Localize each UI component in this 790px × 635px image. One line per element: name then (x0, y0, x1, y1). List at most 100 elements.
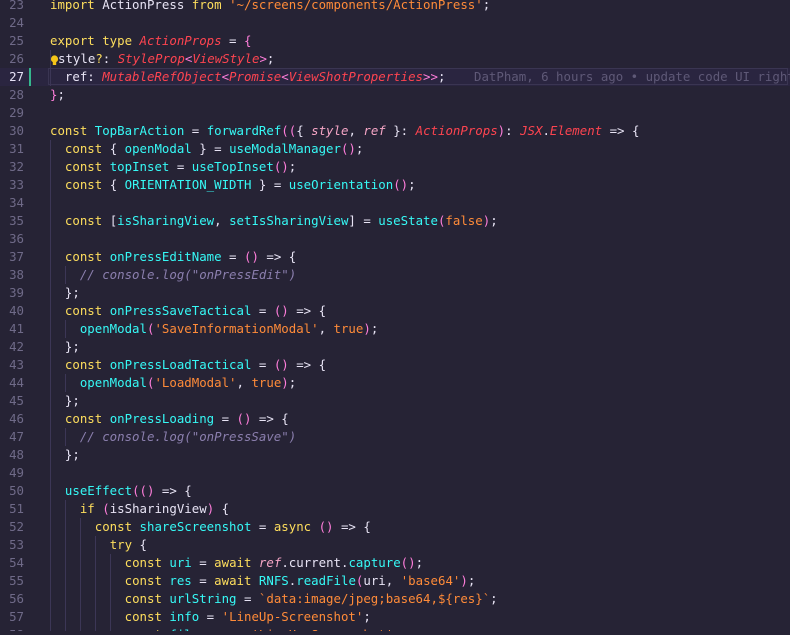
code-line[interactable]: 51 if (isSharingView) { (0, 500, 790, 518)
code-text[interactable]: const res = await RNFS.readFile(uri, 'ba… (50, 572, 476, 590)
code-line[interactable]: 53 try { (0, 536, 790, 554)
code-text[interactable]: const { openModal } = useModalManager(); (50, 140, 363, 158)
code-text[interactable]: const TopBarAction = forwardRef(({ style… (50, 122, 639, 140)
code-line[interactable]: 38 // console.log("onPressEdit") (0, 266, 790, 284)
code-line[interactable]: 55 const res = await RNFS.readFile(uri, … (0, 572, 790, 590)
code-line[interactable]: 36 (0, 230, 790, 248)
code-text[interactable]: if (isSharingView) { (50, 500, 229, 518)
code-token: ; (288, 159, 297, 174)
code-line[interactable]: 58 const filename = 'LineUp-Screenshot'; (0, 626, 790, 631)
git-change-marker (29, 608, 31, 626)
code-line[interactable]: 32 const topInset = useTopInset(); (0, 158, 790, 176)
code-token: >> (423, 69, 438, 84)
code-text[interactable]: // console.log("onPressEdit") (50, 266, 296, 284)
line-number: 58 (0, 626, 24, 631)
code-line[interactable]: 49 (0, 464, 790, 482)
code-line[interactable]: 47 // console.log("onPressSave") (0, 428, 790, 446)
code-text[interactable]: const onPressSaveTactical = () => { (50, 302, 326, 320)
code-line[interactable]: 30 const TopBarAction = forwardRef(({ sty… (0, 122, 790, 140)
code-text[interactable]: }; (50, 86, 65, 104)
git-change-marker (29, 212, 31, 230)
code-token: ) (460, 573, 468, 588)
code-text[interactable]: }; (50, 446, 80, 464)
code-text[interactable]: const uri = await ref.current.capture(); (50, 554, 423, 572)
code-token: ) (363, 321, 371, 336)
code-text[interactable]: const onPressLoading = () => { (50, 410, 289, 428)
code-line[interactable]: 33 const { ORIENTATION_WIDTH } = useOrie… (0, 176, 790, 194)
code-text[interactable]: openModal('LoadModal', true); (50, 374, 296, 392)
code-text[interactable]: }; (50, 392, 80, 410)
code-line[interactable]: 35 const [isSharingView, setIsSharingVie… (0, 212, 790, 230)
code-text[interactable]: // console.log("onPressSave") (50, 428, 296, 446)
code-token: () (400, 555, 416, 570)
line-number: 53 (9, 537, 24, 552)
code-text[interactable]: openModal('SaveInformationModal', true); (50, 320, 378, 338)
code-text[interactable]: const { ORIENTATION_WIDTH } = useOrienta… (50, 176, 416, 194)
code-line[interactable]: 52 const shareScreenshot = async () => { (0, 518, 790, 536)
code-line[interactable]: 46 const onPressLoading = () => { (0, 410, 790, 428)
code-token: , (318, 321, 334, 336)
code-line[interactable]: 42 }; (0, 338, 790, 356)
code-text[interactable]: const onPressEditName = () => { (50, 248, 296, 266)
code-text[interactable]: const urlString = `data:image/jpeg;base6… (50, 590, 498, 608)
code-line[interactable]: 57 const info = 'LineUp-Screenshot'; (0, 608, 790, 626)
code-line[interactable]: 26 style?: StyleProp<ViewStyle>; (0, 50, 790, 68)
code-token: topInset (109, 159, 170, 174)
line-number: 40 (9, 303, 24, 318)
code-line[interactable]: 24 (0, 14, 790, 32)
code-line[interactable]: 34 (0, 194, 790, 212)
code-text[interactable]: }; (50, 338, 80, 356)
code-line[interactable]: 44 openModal('LoadModal', true); (0, 374, 790, 392)
code-text[interactable]: import ActionPress from '~/screens/compo… (50, 0, 490, 14)
code-token: < (221, 69, 230, 84)
code-token: uri (169, 555, 192, 570)
code-text[interactable]: }; (50, 284, 80, 302)
git-change-marker (29, 464, 31, 482)
code-text[interactable]: export type ActionProps = { (50, 32, 251, 50)
code-text[interactable]: const onPressLoadTactical = () => { (50, 356, 326, 374)
code-text[interactable]: const [isSharingView, setIsSharingView] … (50, 212, 498, 230)
code-line[interactable]: 25 export type ActionProps = { (0, 32, 790, 50)
code-line[interactable]: 43 const onPressLoadTactical = () => { (0, 356, 790, 374)
code-token: ; (482, 0, 491, 12)
lightbulb-icon[interactable] (50, 53, 59, 65)
git-change-marker (29, 338, 31, 356)
code-token: (( (281, 123, 297, 138)
code-text[interactable]: useEffect(() => { (50, 482, 192, 500)
git-change-marker (29, 0, 31, 14)
code-line[interactable]: 41 openModal('SaveInformationModal', tru… (0, 320, 790, 338)
git-change-marker (29, 320, 31, 338)
code-line[interactable]: 45 }; (0, 392, 790, 410)
code-token: const (64, 249, 110, 264)
code-token: JSX (520, 123, 543, 138)
line-number: 48 (9, 447, 24, 462)
code-line[interactable]: 28}; (0, 86, 790, 104)
line-number: 27 (9, 69, 24, 84)
code-line[interactable]: 40 const onPressSaveTactical = () => { (0, 302, 790, 320)
code-line[interactable]: 50 useEffect(() => { (0, 482, 790, 500)
code-line[interactable]: 39 }; (0, 284, 790, 302)
code-line[interactable]: 54 const uri = await ref.current.capture… (0, 554, 790, 572)
code-line[interactable]: 29 (0, 104, 790, 122)
code-token: ; (288, 375, 297, 390)
code-token: . (542, 123, 550, 138)
code-line[interactable]: 31 const { openModal } = useModalManager… (0, 140, 790, 158)
code-line[interactable]: 27 ref: MutableRefObject<Promise<ViewSho… (0, 68, 790, 86)
code-token: { (214, 501, 230, 516)
code-token: = (251, 303, 274, 318)
code-token: => { (258, 249, 297, 264)
code-text[interactable]: const info = 'LineUp-Screenshot'; (50, 608, 371, 626)
code-editor[interactable]: 23 import ActionPress from '~/screens/com… (0, 0, 790, 631)
code-text[interactable]: const topInset = useTopInset(); (50, 158, 296, 176)
code-text[interactable]: try { (50, 536, 147, 554)
code-text[interactable]: style?: StyleProp<ViewStyle>; (58, 50, 274, 68)
code-text[interactable]: const filename = 'LineUp-Screenshot'; (50, 626, 401, 631)
code-line[interactable]: 37 const onPressEditName = () => { (0, 248, 790, 266)
code-text[interactable]: const shareScreenshot = async () => { (50, 518, 371, 536)
code-line[interactable]: 48 }; (0, 446, 790, 464)
code-line[interactable]: 56 const urlString = `data:image/jpeg;ba… (0, 590, 790, 608)
code-line[interactable]: 23 import ActionPress from '~/screens/com… (0, 0, 790, 14)
code-token: , (214, 213, 230, 228)
code-text[interactable]: ref: MutableRefObject<Promise<ViewShotPr… (50, 68, 446, 86)
code-token: const (64, 213, 110, 228)
